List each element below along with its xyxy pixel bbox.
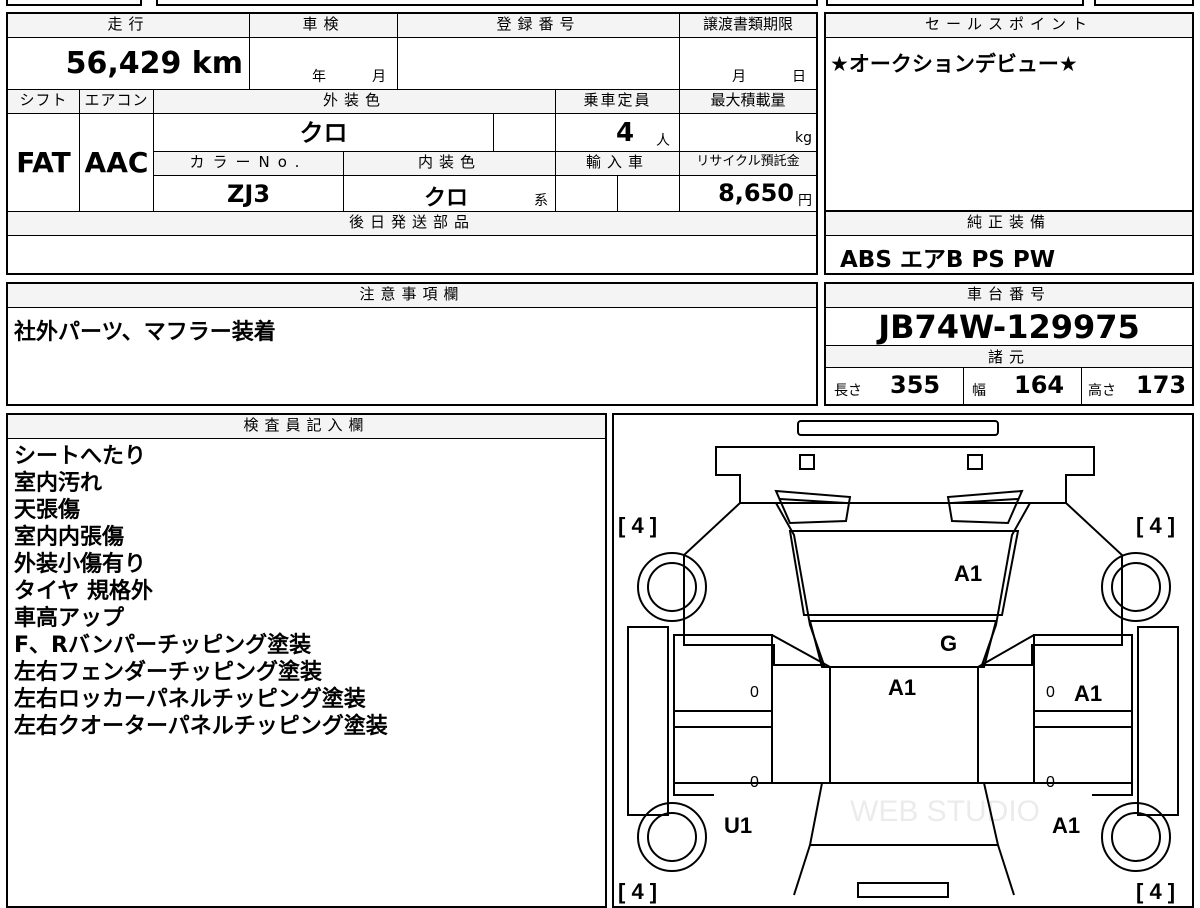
inspector-line: 左右クオーターパネルチッピング塗装 [14, 714, 388, 739]
recycle-value: 8,650 [718, 179, 794, 207]
left-rear-mark: U1 [724, 813, 752, 838]
right-rear-mark: A1 [1052, 813, 1080, 838]
chassis-label: 車台番号 [826, 284, 1192, 308]
transfer-deadline-label: 譲渡書類期限 [680, 14, 816, 38]
car-diagram: [ 4 ] [ 4 ] [ 4 ] [ 4 ] A1 G A1 A1 U1 A1… [618, 420, 1179, 904]
inspector-line: 天張傷 [14, 498, 81, 523]
sales-point-box: セールスポイント ★オークションデビュー★ [824, 12, 1194, 214]
recycle-unit: 円 [798, 193, 812, 209]
top-strip [6, 0, 1194, 6]
import-value-a [556, 176, 618, 212]
inspection-value: 年 月 [250, 38, 398, 90]
interior-color-cell: クロ 系 [344, 176, 556, 212]
height-label: 高さ [1088, 383, 1116, 399]
inspection-label: 車検 [250, 14, 398, 38]
length-cell: 長さ 355 [826, 368, 964, 404]
inspector-line: 左右ロッカーパネルチッピング塗装 [14, 687, 366, 712]
inspector-line: 左右フェンダーチッピング塗装 [14, 660, 323, 685]
transfer-deadline-value: 月 日 [680, 38, 816, 90]
capacity-value-cell: 4 人 [556, 114, 680, 152]
mileage-value: 56,429 km [8, 38, 250, 90]
chassis-box: 車台番号 JB74W-129975 諸元 長さ 355 幅 164 高さ 173 [824, 282, 1194, 406]
recycle-value-cell: 8,650 円 [680, 176, 816, 212]
aircon-label: エアコン [80, 90, 154, 114]
height-value: 173 [1136, 371, 1187, 399]
transfer-day-unit: 日 [792, 69, 806, 85]
notes-text: 社外パーツ、マフラー装着 [14, 320, 276, 345]
inspector-line: F、Rバンパーチッピング塗装 [14, 633, 312, 658]
length-label: 長さ [834, 383, 862, 399]
notes-box: 注意事項欄 社外パーツ、マフラー装着 [6, 282, 818, 406]
tire-front-right: [ 4 ] [1136, 513, 1175, 538]
door-zero-fl: 0 [750, 684, 759, 701]
inspector-line: 外装小傷有り [14, 552, 147, 577]
capacity-label: 乗車定員 [556, 90, 680, 114]
tire-rear-right: [ 4 ] [1136, 879, 1175, 904]
import-label: 輸入車 [556, 152, 680, 176]
sales-point-text: ★オークションデビュー★ [830, 52, 1078, 76]
aircon-value: AAC [80, 114, 154, 212]
registration-label: 登録番号 [398, 14, 680, 38]
interior-color-value: クロ [424, 186, 469, 211]
inspector-line: 車高アップ [14, 606, 125, 631]
max-load-value-cell: kg [680, 114, 816, 152]
interior-color-suffix: 系 [534, 193, 548, 209]
capacity-unit: 人 [656, 133, 670, 149]
specs-label: 諸元 [826, 346, 1192, 368]
watermark: WEB STUDIO [850, 795, 1040, 828]
shift-value: FAT [8, 114, 80, 212]
door-zero-fr: 0 [1046, 684, 1055, 701]
shift-label: シフト [8, 90, 80, 114]
notes-label: 注意事項欄 [8, 284, 816, 308]
color-no-value: ZJ3 [154, 176, 344, 212]
interior-color-label: 内装色 [344, 152, 556, 176]
tire-rear-left: [ 4 ] [618, 879, 657, 904]
transfer-month-unit: 月 [732, 69, 746, 85]
car-diagram-box: [ 4 ] [ 4 ] [ 4 ] [ 4 ] A1 G A1 A1 U1 A1… [612, 413, 1194, 908]
max-load-label: 最大積載量 [680, 90, 816, 114]
inspector-line: 室内内張傷 [14, 525, 125, 550]
height-cell: 高さ 173 [1082, 368, 1192, 404]
registration-value [398, 38, 680, 90]
door-zero-rl: 0 [750, 774, 759, 791]
inspector-box: 検査員記入欄 シートへたり 室内汚れ 天張傷 室内内張傷 外装小傷有り タイヤ … [6, 413, 607, 908]
vehicle-info-table: 走行 車検 登録番号 譲渡書類期限 56,429 km 年 月 月 日 シフト … [6, 12, 818, 275]
import-value-b [618, 176, 680, 212]
windshield-mark: G [940, 631, 957, 656]
recycle-label: リサイクル預託金 [680, 152, 816, 176]
width-label: 幅 [972, 383, 986, 399]
roof-mark: A1 [888, 675, 916, 700]
door-zero-rr: 0 [1046, 774, 1055, 791]
exterior-color-value: クロ [154, 114, 494, 152]
capacity-value: 4 [616, 118, 635, 148]
later-parts-label: 後日発送部品 [8, 212, 816, 236]
color-no-label: カラーNo. [154, 152, 344, 176]
inspector-lines: シートへたり 室内汚れ 天張傷 室内内張傷 外装小傷有り タイヤ 規格外 車高ア… [14, 443, 388, 740]
hood-mark: A1 [954, 561, 982, 586]
chassis-value: JB74W-129975 [826, 308, 1192, 346]
width-value: 164 [1014, 371, 1065, 399]
exterior-color-label: 外装色 [154, 90, 556, 114]
inspector-line: シートへたり [14, 444, 147, 469]
width-cell: 幅 164 [964, 368, 1082, 404]
inspection-year-unit: 年 [312, 69, 326, 85]
inspector-line: 室内汚れ [14, 471, 103, 496]
equipment-box: 純正装備 ABS エアB PS PW [824, 210, 1194, 275]
equipment-label: 純正装備 [826, 212, 1192, 236]
max-load-unit: kg [795, 130, 812, 146]
inspector-line: タイヤ 規格外 [14, 579, 153, 604]
equipment-text: ABS エアB PS PW [840, 247, 1056, 273]
right-front-door-mark: A1 [1074, 681, 1102, 706]
length-value: 355 [890, 371, 941, 399]
tire-front-left: [ 4 ] [618, 513, 657, 538]
later-parts-value [8, 236, 816, 273]
inspection-month-unit: 月 [372, 69, 386, 85]
mileage-label: 走行 [8, 14, 250, 38]
sales-point-label: セールスポイント [826, 14, 1192, 38]
inspector-label: 検査員記入欄 [8, 415, 605, 439]
exterior-color-extra [494, 114, 556, 152]
